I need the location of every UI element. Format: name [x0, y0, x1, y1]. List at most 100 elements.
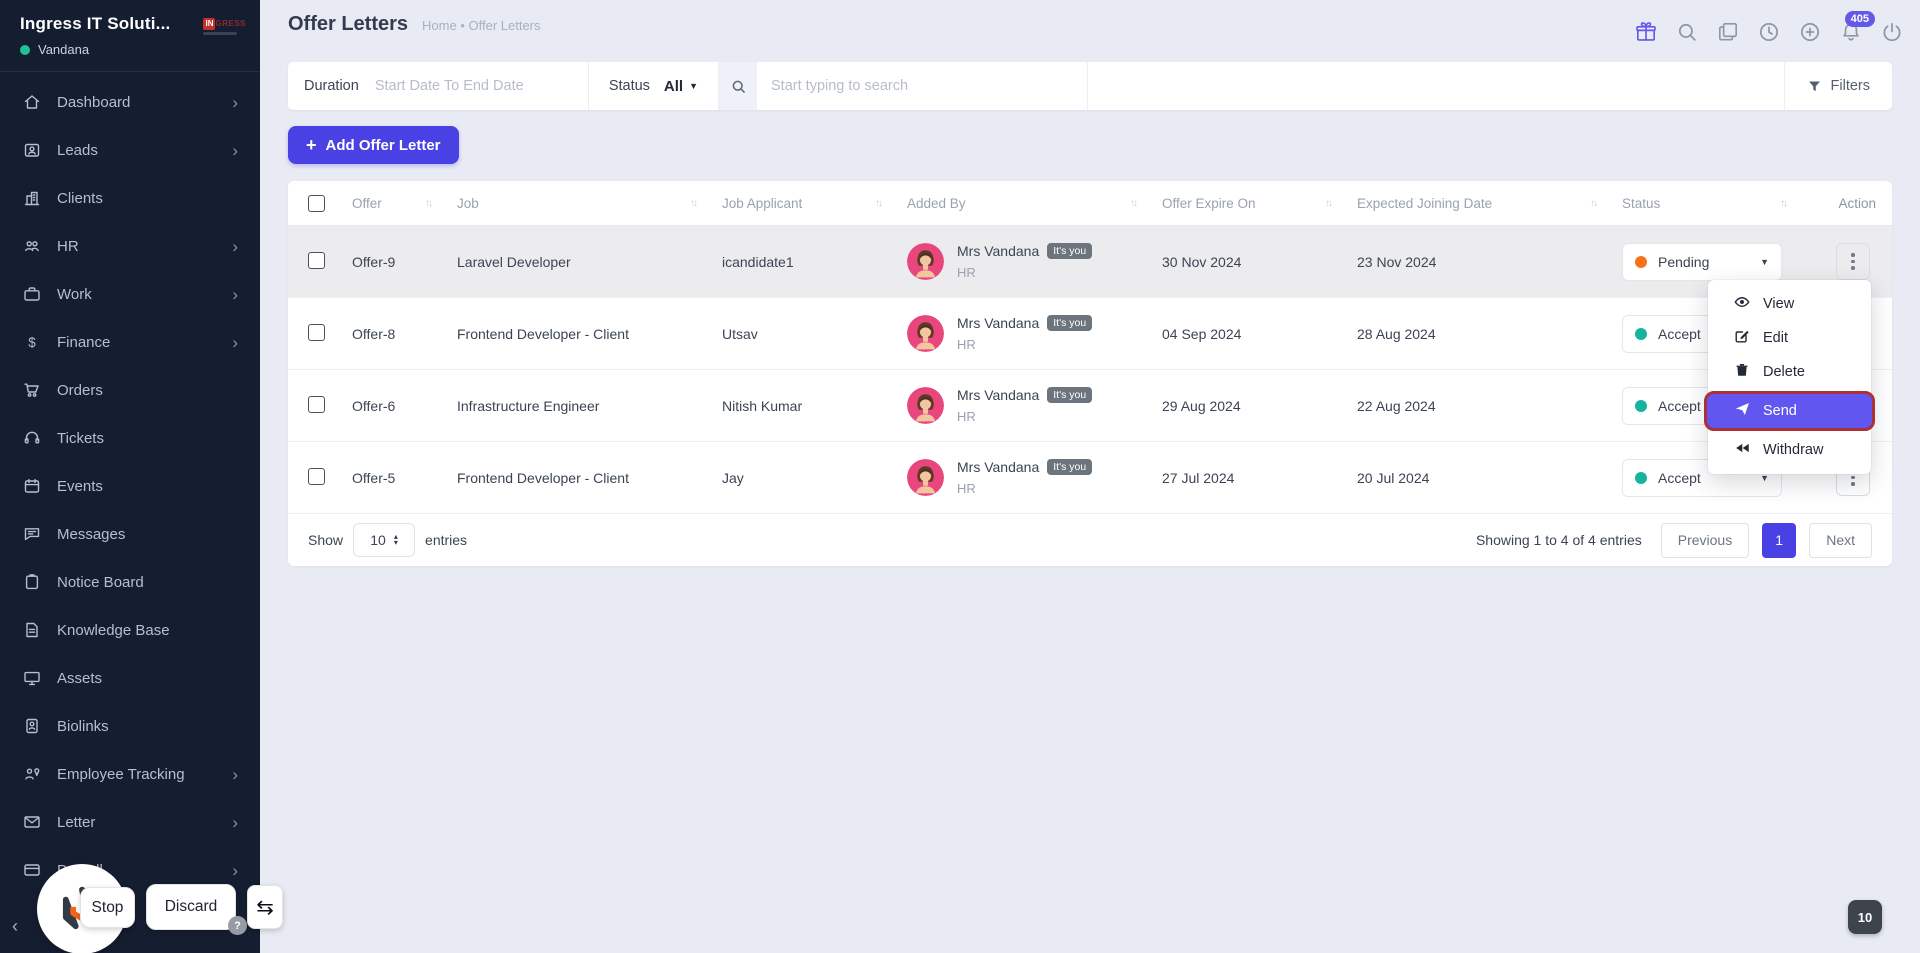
its-you-badge: It's you — [1047, 315, 1093, 331]
table-search-input[interactable] — [757, 62, 1088, 110]
sort-icon[interactable]: ↑↓ — [1780, 198, 1788, 209]
row-checkbox[interactable] — [308, 323, 325, 341]
sidebar-item-messages[interactable]: Messages › — [0, 510, 260, 558]
add-offer-letter-button[interactable]: + Add Offer Letter — [288, 126, 459, 164]
sidebar-item-orders[interactable]: Orders › — [0, 366, 260, 414]
column-header-job: Job ↑↓ — [457, 195, 698, 211]
logout-power-icon[interactable] — [1880, 20, 1904, 44]
status-select[interactable]: Pending ▼ — [1622, 242, 1782, 281]
menu-item-edit[interactable]: Edit — [1708, 321, 1871, 355]
sidebar-item-leads[interactable]: Leads › — [0, 126, 260, 174]
status-label: Accept — [1658, 397, 1701, 414]
sidebar-item-hr[interactable]: HR › — [0, 222, 260, 270]
add-new-icon[interactable] — [1798, 20, 1822, 44]
online-status-dot — [20, 44, 30, 55]
chevron-right-icon: › — [232, 860, 238, 880]
letter-icon — [22, 812, 42, 832]
added-by-name: Mrs Vandana — [957, 459, 1040, 475]
table-row: Offer-6 Infrastructure Engineer Nitish K… — [288, 370, 1892, 442]
sort-icon[interactable]: ↑↓ — [690, 198, 698, 209]
row-checkbox[interactable] — [308, 251, 325, 269]
discard-button[interactable]: Discard — [146, 884, 236, 930]
added-by-role: HR — [957, 481, 976, 496]
its-you-badge: It's you — [1047, 243, 1093, 259]
sidebar-item-finance[interactable]: $ Finance › — [0, 318, 260, 366]
joining-date-cell: 22 Aug 2024 — [1357, 397, 1436, 414]
sidebar-item-label: Letter — [57, 813, 96, 831]
sort-icon[interactable]: ↑↓ — [425, 198, 433, 209]
sidebar-item-knowledge-base[interactable]: Knowledge Base › — [0, 606, 260, 654]
previous-page-button[interactable]: Previous — [1660, 522, 1750, 558]
status-dot — [1635, 255, 1647, 268]
sidebar-item-employee-tracking[interactable]: Employee Tracking › — [0, 750, 260, 798]
sidebar-item-assets[interactable]: Assets › — [0, 654, 260, 702]
notes-icon[interactable] — [1716, 20, 1740, 44]
logo-gress-mark: GRESS — [215, 19, 246, 28]
row-actions-button[interactable] — [1836, 243, 1870, 280]
caret-down-icon: ▼ — [1760, 256, 1769, 267]
table-row: Offer-9 Laravel Developer icandidate1 Mr… — [288, 226, 1892, 298]
sort-icon[interactable]: ↑↓ — [1590, 198, 1598, 209]
sidebar-menu: Dashboard › Leads › Clients › HR › Work … — [0, 72, 260, 894]
sidebar-item-tickets[interactable]: Tickets › — [0, 414, 260, 462]
next-page-button[interactable]: Next — [1809, 522, 1872, 558]
column-header-added-by: Added By ↑↓ — [907, 195, 1138, 211]
swap-arrows-button[interactable]: ⇆ — [247, 885, 283, 929]
sidebar-item-clients[interactable]: Clients › — [0, 174, 260, 222]
plus-icon: + — [306, 135, 317, 155]
page-size-select[interactable]: 10 ▴ ▾ — [353, 523, 416, 557]
status-filter-select[interactable]: All ▼ — [664, 78, 698, 95]
sidebar-item-label: Clients — [57, 189, 103, 207]
workspace-user[interactable]: Vandana — [20, 42, 170, 57]
added-by-name: Mrs Vandana — [957, 243, 1040, 259]
sidebar-item-biolinks[interactable]: Biolinks › — [0, 702, 260, 750]
offer-cell: Offer-8 — [352, 325, 396, 342]
help-badge[interactable]: ? — [228, 916, 247, 935]
brand-name: Ingress IT Soluti... — [20, 14, 171, 33]
menu-item-withdraw[interactable]: Withdraw — [1708, 433, 1871, 467]
job-cell: Frontend Developer - Client — [457, 325, 629, 342]
current-page-button[interactable]: 1 — [1762, 522, 1797, 558]
chevron-right-icon: › — [232, 812, 238, 832]
sort-icon[interactable]: ↑↓ — [1325, 198, 1333, 209]
duration-range-input[interactable] — [374, 78, 570, 94]
search-icon[interactable] — [1675, 20, 1699, 44]
sidebar-item-label: Notice Board — [57, 573, 144, 591]
sidebar-item-work[interactable]: Work › — [0, 270, 260, 318]
sort-icon[interactable]: ↑↓ — [1130, 198, 1138, 209]
gift-icon[interactable] — [1634, 20, 1658, 44]
assets-icon — [22, 668, 42, 688]
knowledge-icon — [22, 620, 42, 640]
sidebar-item-label: Employee Tracking — [57, 765, 185, 783]
history-icon[interactable] — [1757, 20, 1781, 44]
menu-item-view[interactable]: View — [1708, 287, 1871, 321]
sidebar-collapse-icon[interactable]: ‹ — [12, 916, 18, 937]
joining-date-cell: 23 Nov 2024 — [1357, 253, 1437, 270]
offer-letters-table: Offer ↑↓ Job ↑↓ Job Applicant ↑↓ Added B… — [288, 181, 1892, 566]
row-checkbox[interactable] — [308, 395, 325, 413]
chevron-right-icon: › — [232, 284, 238, 304]
sort-icon[interactable]: ↑↓ — [875, 198, 883, 209]
select-all-checkbox[interactable] — [308, 194, 325, 212]
caret-down-icon: ▼ — [689, 81, 699, 91]
sidebar-item-letter[interactable]: Letter › — [0, 798, 260, 846]
stop-button[interactable]: Stop — [80, 887, 135, 928]
menu-item-delete[interactable]: Delete — [1708, 355, 1871, 389]
table-header-row: Offer ↑↓ Job ↑↓ Job Applicant ↑↓ Added B… — [288, 181, 1892, 226]
sidebar-item-notice-board[interactable]: Notice Board › — [0, 558, 260, 606]
sidebar-item-label: Finance — [57, 333, 111, 351]
sidebar-item-dashboard[interactable]: Dashboard › — [0, 78, 260, 126]
status-label: Pending — [1658, 253, 1710, 270]
sidebar-item-events[interactable]: Events › — [0, 462, 260, 510]
user-name: Vandana — [38, 42, 90, 57]
edit-icon — [1734, 328, 1750, 348]
row-checkbox[interactable] — [308, 467, 325, 485]
chevron-right-icon: › — [232, 140, 238, 160]
menu-item-send[interactable]: Send — [1704, 391, 1875, 431]
column-header-offer: Offer ↑↓ — [352, 195, 433, 211]
notifications-bell-icon[interactable]: 405 — [1839, 11, 1875, 44]
offer-expire-cell: 30 Nov 2024 — [1162, 253, 1242, 270]
chevron-right-icon: › — [232, 92, 238, 112]
avatar — [907, 459, 944, 496]
filters-button[interactable]: Filters — [1783, 62, 1892, 110]
